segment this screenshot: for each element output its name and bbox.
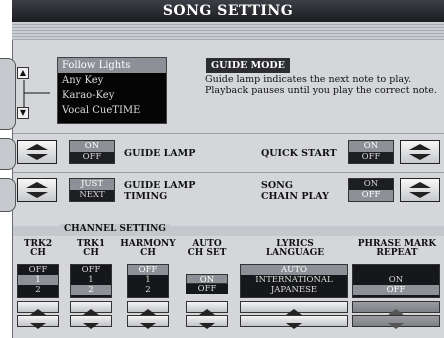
side-button-guide-lamp[interactable] [0,138,16,170]
harmony-down-button[interactable] [127,315,169,329]
guide-lamp-on-option[interactable]: ON [70,141,114,152]
guide-lamp-off-option[interactable]: OFF [70,152,114,163]
trk2-head-line2: CH [30,248,46,258]
trk2-ch-list: OFF 1 2 [17,264,59,298]
divider [13,133,444,134]
harmony-option[interactable]: 2 [128,285,168,295]
auto-option[interactable]: OFF [186,284,228,294]
phrase-option[interactable]: ON [353,275,439,285]
lyrics-language-list: AUTO INTERNATIONAL JAPANESE [240,264,348,298]
trk1-head-line2: CH [83,248,99,258]
harmony-up-button[interactable] [127,301,169,315]
song-chain-play-updown-button[interactable] [400,178,440,202]
auto-option[interactable]: ON [186,274,228,285]
list-down-icon[interactable]: ▼ [17,107,29,119]
side-button-guide-lamp-timing[interactable] [0,178,16,212]
auto-ch-set-list: ON OFF [186,264,228,298]
phrase-mark-repeat-header: PHRASE MARK REPEAT [350,240,444,258]
trk2-up-button[interactable] [17,301,59,315]
lyrics-option[interactable]: INTERNATIONAL [241,275,347,285]
phrase-option [353,265,439,275]
phrase-mark-repeat-list: ON OFF [352,264,440,298]
guide-lamp-timing-label-line1: GUIDE LAMP [124,180,196,191]
guide-lamp-timing-updown-button[interactable] [17,178,57,202]
trk2-option[interactable]: OFF [18,265,58,275]
song-chain-play-label-line1: SONG [261,180,293,191]
list-up-icon[interactable]: ▲ [17,67,29,79]
trk2-down-button[interactable] [17,315,59,329]
updown-arrows-icon [26,182,48,198]
guide-lamp-toggle[interactable]: ON OFF [69,140,115,164]
list-item[interactable]: Vocal CueTIME [58,103,166,118]
song-setting-screen: SONG SETTING ▲ ▼ Follow Lights Any Key K… [0,0,444,338]
down-arrow-icon [30,323,46,329]
song-chain-play-label-line2: CHAIN PLAY [261,191,329,202]
side-button-guide-list[interactable] [0,58,16,130]
down-arrow-icon [286,323,302,329]
phrase-down-button[interactable] [352,315,440,329]
quick-start-off-option[interactable]: OFF [349,152,393,163]
list-item[interactable]: Follow Lights [58,58,166,73]
header-stripes [12,22,444,40]
trk2-option[interactable]: 1 [18,275,58,285]
guide-lamp-timing-label-line2: TIMING [124,191,168,202]
trk1-ch-list: OFF 1 2 [70,264,112,298]
guide-lamp-timing-toggle[interactable]: JUST NEXT [69,178,115,202]
song-chain-play-toggle[interactable]: ON OFF [348,178,394,202]
list-item[interactable]: Any Key [58,73,166,88]
down-arrow-icon [140,323,156,329]
lyrics-option[interactable]: AUTO [241,265,347,275]
quick-start-on-option[interactable]: ON [349,141,393,152]
trk2-option[interactable]: 2 [18,285,58,295]
guide-lamp-label: GUIDE LAMP [124,148,196,159]
list-item[interactable]: Karao-Key [58,88,166,103]
trk2-ch-header: TRK2 CH [15,240,61,258]
trk1-option[interactable]: 2 [71,285,111,295]
chain-play-on-option[interactable]: ON [349,179,393,190]
trk1-option[interactable]: OFF [71,265,111,275]
quick-start-label: QUICK START [261,148,337,159]
trk1-ch-header: TRK1 CH [68,240,114,258]
trk1-down-button[interactable] [70,315,112,329]
trk1-up-button[interactable] [70,301,112,315]
list-bracket-icon [23,80,50,107]
lyrics-down-button[interactable] [240,315,348,329]
lyrics-up-button[interactable] [240,301,348,315]
timing-next-option[interactable]: NEXT [70,190,114,201]
lyrics-option[interactable]: JAPANESE [241,285,347,295]
quick-start-updown-button[interactable] [400,140,440,164]
timing-just-option[interactable]: JUST [70,179,114,190]
guide-mode-list: Follow Lights Any Key Karao-Key Vocal Cu… [57,57,167,124]
guide-mode-title: GUIDE MODE [206,58,290,73]
harmony-option[interactable]: 1 [128,275,168,285]
trk1-option[interactable]: 1 [71,275,111,285]
quick-start-toggle[interactable]: ON OFF [348,140,394,164]
harmony-ch-header: HARMONY CH [118,240,178,258]
divider [13,172,444,173]
auto-down-button[interactable] [186,315,228,329]
guide-lamp-updown-button[interactable] [17,140,57,164]
updown-arrows-icon [26,144,48,160]
auto-ch-set-header: AUTO CH SET [180,240,234,258]
harmony-option[interactable]: OFF [128,265,168,275]
down-arrow-icon [388,323,404,329]
chain-play-off-option[interactable]: OFF [349,190,393,201]
harmony-head-line2: CH [140,248,156,258]
phrase-up-button[interactable] [352,301,440,315]
lyrics-head-line2: LANGUAGE [265,248,325,258]
updown-arrows-icon [409,144,431,160]
page-title: SONG SETTING [12,0,444,22]
down-arrow-icon [199,323,215,329]
auto-option [186,264,228,274]
channel-setting-title: CHANNEL SETTING [60,224,170,234]
phrase-head-line2: REPEAT [376,248,418,258]
updown-arrows-icon [409,182,431,198]
phrase-option[interactable]: OFF [353,285,439,295]
guide-mode-description: Guide lamp indicates the next note to pl… [205,74,437,96]
auto-head-line2: CH SET [187,248,227,258]
down-arrow-icon [83,323,99,329]
harmony-ch-list: OFF 1 2 [127,264,169,298]
auto-up-button[interactable] [186,301,228,315]
lyrics-language-header: LYRICS LANGUAGE [240,240,350,258]
